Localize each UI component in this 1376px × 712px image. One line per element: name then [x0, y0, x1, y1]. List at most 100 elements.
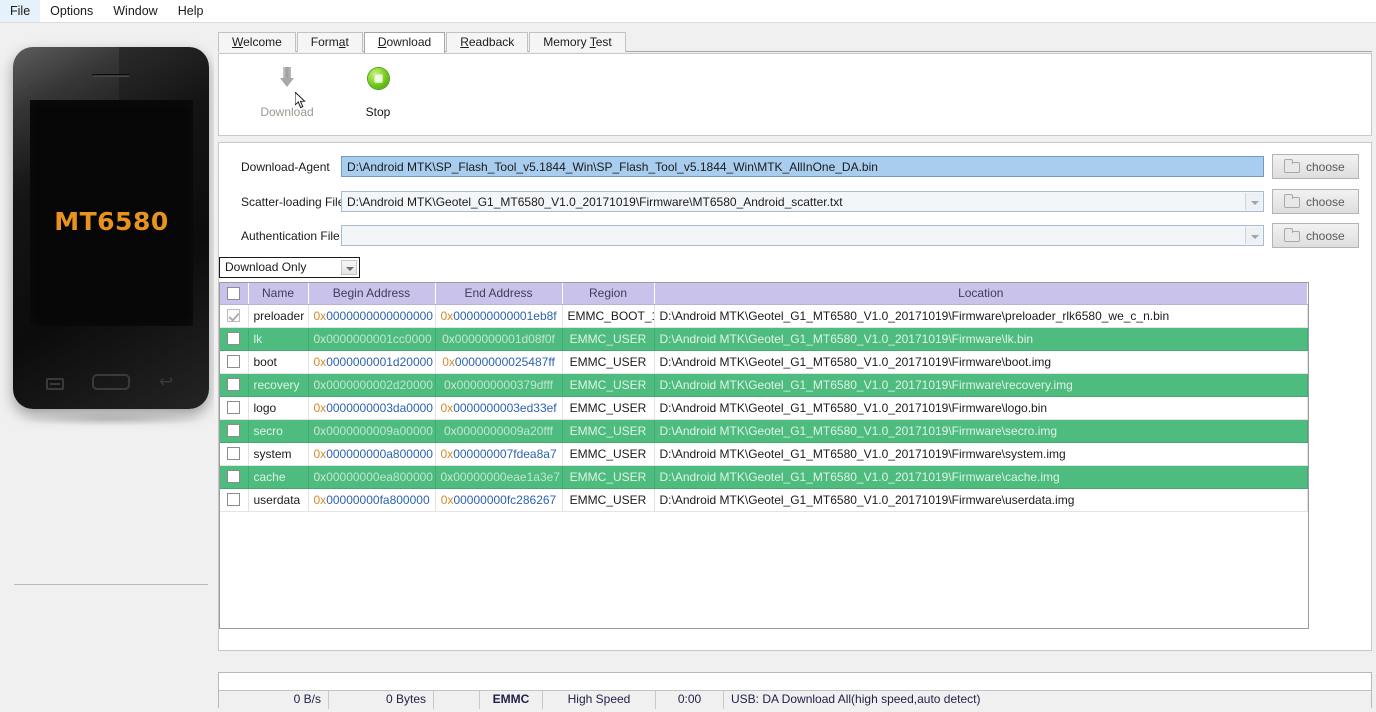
auth-file-choose-button[interactable]: choose: [1272, 223, 1359, 248]
header-begin-address[interactable]: Begin Address: [308, 283, 436, 305]
row-checkbox-cell[interactable]: [220, 350, 249, 374]
folder-icon: [1284, 228, 1300, 242]
scatter-file-input[interactable]: D:\Android MTK\Geotel_G1_MT6580_V1.0_201…: [341, 191, 1264, 212]
download-button[interactable]: Download: [239, 63, 335, 125]
field-row-scatter-file: Scatter-loading File D:\Android MTK\Geot…: [219, 189, 1371, 215]
scatter-file-choose-button[interactable]: choose: [1272, 189, 1359, 214]
row-checkbox[interactable]: [227, 378, 241, 392]
menu-item-window[interactable]: Window: [103, 0, 167, 22]
download-arrow-icon: [280, 67, 294, 87]
stop-button-label: Stop: [365, 105, 391, 119]
chevron-down-icon[interactable]: [1245, 227, 1262, 244]
table-row[interactable]: system 0x000000000a800000 0x000000007fdea8…: [220, 442, 1308, 466]
row-checkbox-cell[interactable]: [220, 304, 249, 328]
table-header-row: Name Begin Address End Address Region Lo…: [220, 283, 1308, 305]
download-agent-input[interactable]: D:\Android MTK\SP_Flash_Tool_v5.1844_Win…: [341, 156, 1264, 177]
header-name[interactable]: Name: [248, 283, 309, 305]
row-checkbox[interactable]: [227, 355, 241, 369]
row-checkbox-cell[interactable]: [220, 396, 249, 420]
menu-item-options[interactable]: Options: [40, 0, 103, 22]
row-checkbox-cell[interactable]: [220, 327, 249, 351]
row-checkbox[interactable]: [227, 470, 241, 484]
row-checkbox-cell[interactable]: [220, 488, 249, 512]
row-checkbox[interactable]: [227, 401, 241, 415]
row-checkbox-cell[interactable]: [220, 465, 249, 489]
row-checkbox[interactable]: [227, 332, 241, 346]
tab-format-label-end: t: [345, 35, 349, 49]
row-end-address: 0x00000000eae1a3e7: [435, 465, 563, 489]
table-row[interactable]: lk 0x0000000001cc0000 0x0000000001d08f0f EM…: [220, 327, 1308, 351]
row-name: system: [248, 442, 309, 466]
partition-table-container[interactable]: Name Begin Address End Address Region Lo…: [219, 282, 1309, 629]
tab-download[interactable]: Download: [363, 32, 446, 53]
phone-speaker-icon: [92, 74, 130, 77]
row-region: EMMC_USER: [562, 327, 655, 351]
row-checkbox[interactable]: [227, 447, 241, 461]
tab-welcome[interactable]: Welcome: [218, 32, 296, 52]
menu-item-help[interactable]: Help: [168, 0, 214, 22]
row-begin-address: 0x00000000fa800000: [308, 488, 436, 512]
tab-readback-accel: R: [460, 35, 469, 49]
row-name: recovery: [248, 373, 309, 397]
status-elapsed: 0:00: [656, 691, 724, 709]
table-row[interactable]: boot 0x0000000001d20000 0x00000000025487ff…: [220, 350, 1308, 374]
row-name: logo: [248, 396, 309, 420]
row-end-address: 0x0000000009a20fff: [435, 419, 563, 443]
select-all-checkbox[interactable]: [227, 287, 241, 301]
row-end-address: 0x000000000379dfff: [435, 373, 563, 397]
folder-icon: [1284, 159, 1300, 173]
tab-memory-test[interactable]: Memory Test: [529, 32, 626, 52]
tab-download-label: ownload: [386, 35, 432, 49]
download-agent-choose-button[interactable]: choose: [1272, 154, 1359, 179]
row-checkbox-cell[interactable]: [220, 419, 249, 443]
row-name: cache: [248, 465, 309, 489]
table-row[interactable]: cache 0x00000000ea800000 0x00000000eae1a3e…: [220, 465, 1308, 489]
stop-button[interactable]: Stop: [330, 63, 426, 125]
phone-brand-label: BM: [29, 83, 44, 93]
row-region: EMMC_USER: [562, 373, 655, 397]
row-name: boot: [248, 350, 309, 374]
header-end-address[interactable]: End Address: [435, 283, 563, 305]
phone-illustration: BM MT6580 ↩: [13, 47, 209, 409]
table-row[interactable]: secro 0x0000000009a00000 0x0000000009a20ff…: [220, 419, 1308, 443]
menu-item-file[interactable]: File: [0, 0, 41, 22]
tab-format[interactable]: Format: [296, 32, 363, 52]
row-checkbox-cell[interactable]: [220, 373, 249, 397]
status-storage: EMMC: [480, 691, 543, 709]
home-icon: [92, 374, 130, 390]
row-region: EMMC_USER: [562, 442, 655, 466]
back-icon: ↩: [159, 372, 174, 392]
row-checkbox[interactable]: [227, 424, 241, 438]
row-begin-address: 0x00000000ea800000: [308, 465, 436, 489]
tab-memory-test-label-end: est: [595, 35, 612, 49]
tab-readback[interactable]: Readback: [446, 32, 529, 52]
row-name: secro: [248, 419, 309, 443]
row-checkbox[interactable]: [227, 309, 241, 323]
auth-file-input[interactable]: [341, 225, 1264, 246]
status-usb-speed: High Speed: [543, 691, 656, 709]
row-location: D:\Android MTK\Geotel_G1_MT6580_V1.0_201…: [654, 488, 1308, 512]
table-row[interactable]: recovery 0x0000000002d20000 0x000000000379…: [220, 373, 1308, 397]
chevron-down-icon[interactable]: [1245, 193, 1262, 210]
table-row[interactable]: userdata 0x00000000fa800000 0x00000000fc28…: [220, 488, 1308, 512]
chevron-down-icon[interactable]: [341, 260, 357, 275]
status-blank: [434, 691, 480, 709]
row-location: D:\Android MTK\Geotel_G1_MT6580_V1.0_201…: [654, 373, 1308, 397]
table-row[interactable]: logo 0x0000000003da0000 0x0000000003ed33ef…: [220, 396, 1308, 420]
row-end-address: 0x0000000001d08f0f: [435, 327, 563, 351]
header-select-all[interactable]: [220, 283, 249, 305]
row-region: EMMC_USER: [562, 396, 655, 420]
row-location: D:\Android MTK\Geotel_G1_MT6580_V1.0_201…: [654, 442, 1308, 466]
table-row[interactable]: preloader 0x0000000000000000 0x00000000000…: [220, 304, 1308, 328]
download-mode-select[interactable]: Download Only: [219, 257, 360, 278]
tab-download-accel: D: [377, 35, 387, 49]
header-location[interactable]: Location: [654, 283, 1308, 305]
status-speed: 0 B/s: [219, 691, 329, 709]
row-location: D:\Android MTK\Geotel_G1_MT6580_V1.0_201…: [654, 396, 1308, 420]
field-row-download-agent: Download-Agent D:\Android MTK\SP_Flash_T…: [219, 154, 1371, 180]
row-name: preloader: [248, 304, 309, 328]
row-checkbox[interactable]: [227, 493, 241, 507]
row-checkbox-cell[interactable]: [220, 442, 249, 466]
row-begin-address: 0x000000000a800000: [308, 442, 436, 466]
header-region[interactable]: Region: [562, 283, 655, 305]
